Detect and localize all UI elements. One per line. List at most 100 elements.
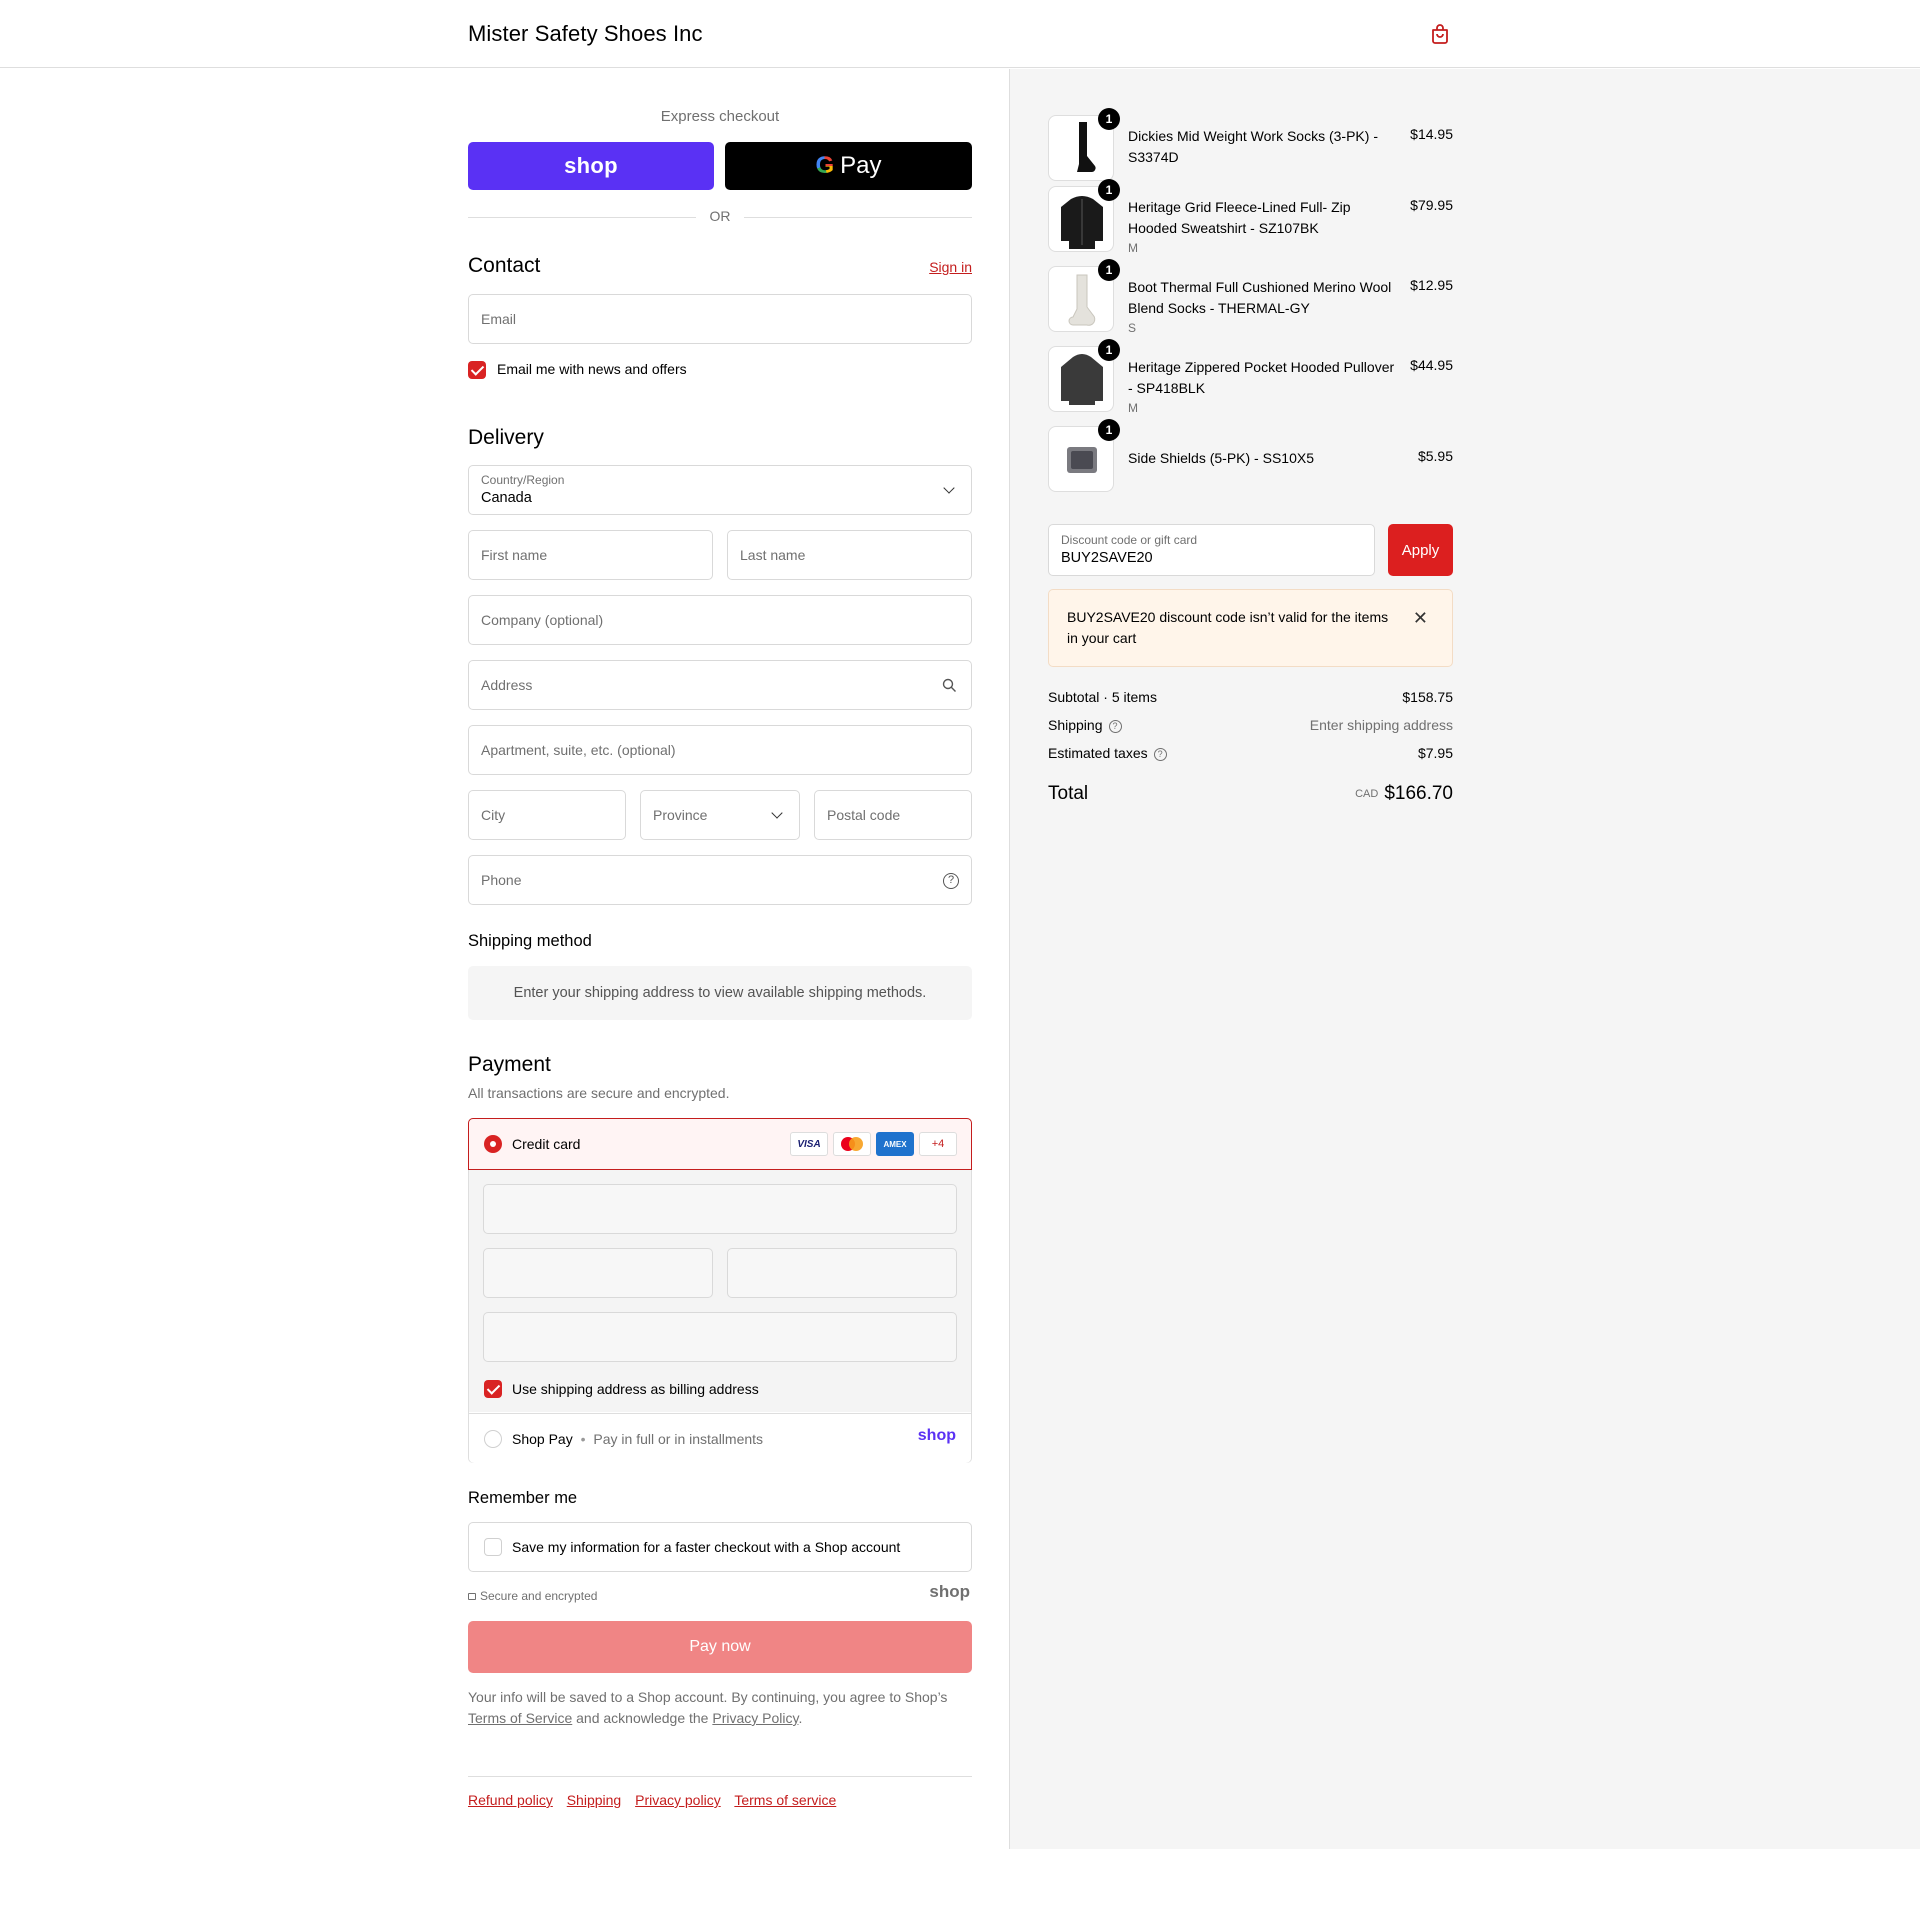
- news-checkbox[interactable]: [468, 361, 486, 379]
- discount-warning: BUY2SAVE20 discount code isn’t valid for…: [1048, 589, 1453, 667]
- chevron-down-icon: [771, 807, 783, 819]
- google-g-icon: G: [815, 152, 835, 179]
- apply-button[interactable]: Apply: [1388, 524, 1453, 576]
- shop-pay-express-button[interactable]: shop: [468, 142, 714, 190]
- quantity-badge: 1: [1098, 259, 1120, 281]
- legal-text-2: and acknowledge the: [576, 1710, 709, 1726]
- remember-me-box[interactable]: Save my information for a faster checkou…: [468, 1522, 972, 1572]
- cart-item: 1 Dickies Mid Weight Work Socks (3-PK) -…: [1048, 108, 1453, 181]
- shop-pay-name: Shop Pay: [512, 1431, 573, 1447]
- card-details-form: Use shipping address as billing address: [469, 1170, 971, 1412]
- footer-links: Refund policy Shipping Privacy policy Te…: [468, 1792, 836, 1808]
- subtotal-row: Subtotal · 5 items $158.75: [1048, 689, 1453, 709]
- or-label: OR: [709, 208, 731, 224]
- search-icon: [942, 678, 956, 692]
- first-name-field[interactable]: First name: [468, 530, 713, 580]
- pay-now-button[interactable]: Pay now: [468, 1621, 972, 1673]
- credit-card-option[interactable]: Credit card VISA AMEX +4: [468, 1118, 972, 1170]
- refund-policy-link[interactable]: Refund policy: [468, 1792, 553, 1808]
- discount-code-field[interactable]: Discount code or gift card BUY2SAVE20: [1048, 524, 1375, 576]
- credit-card-radio[interactable]: [484, 1135, 502, 1153]
- billing-address-checkbox[interactable]: [484, 1380, 502, 1398]
- product-name: Boot Thermal Full Cushioned Merino Wool …: [1128, 279, 1392, 316]
- quantity-badge: 1: [1098, 419, 1120, 441]
- total-label: Total: [1048, 783, 1089, 804]
- shipping-value: Enter shipping address: [1309, 717, 1453, 733]
- email-field[interactable]: Email: [468, 294, 972, 344]
- terms-link[interactable]: Terms of Service: [468, 1710, 572, 1726]
- shipping-method-title: Shipping method: [468, 932, 592, 950]
- security-code-field[interactable]: [727, 1248, 957, 1298]
- phone-field[interactable]: Phone ?: [468, 855, 972, 905]
- country-label: Country/Region: [481, 473, 565, 487]
- name-on-card-field[interactable]: [483, 1312, 957, 1362]
- taxes-row: Estimated taxes? $7.95: [1048, 745, 1453, 765]
- sign-in-link[interactable]: Sign in: [929, 259, 972, 275]
- secure-note: Secure and encrypted: [468, 1589, 597, 1603]
- payment-subtitle: All transactions are secure and encrypte…: [468, 1085, 730, 1101]
- help-icon[interactable]: ?: [1108, 720, 1122, 733]
- card-number-field[interactable]: [483, 1184, 957, 1234]
- shipping-label: Shipping: [1048, 717, 1103, 733]
- privacy-link[interactable]: Privacy Policy: [712, 1710, 798, 1726]
- product-name: Side Shields (5-PK) - SS10X5: [1128, 450, 1314, 466]
- contact-title: Contact: [468, 254, 541, 277]
- shop-pay-option[interactable]: Shop Pay • Pay in full or in installment…: [469, 1413, 971, 1463]
- mastercard-icon: [833, 1132, 871, 1156]
- company-placeholder: Company (optional): [481, 612, 604, 628]
- quantity-badge: 1: [1098, 339, 1120, 361]
- shop-pay-label: Shop Pay • Pay in full or in installment…: [512, 1431, 763, 1447]
- dot-separator: •: [580, 1431, 586, 1447]
- shop-pay-subtitle: Pay in full or in installments: [593, 1431, 764, 1447]
- amex-icon: AMEX: [876, 1132, 914, 1156]
- expiration-field[interactable]: [483, 1248, 713, 1298]
- help-icon[interactable]: ?: [943, 873, 959, 889]
- currency-code: CAD: [1355, 788, 1379, 800]
- phone-placeholder: Phone: [481, 872, 522, 888]
- product-name: Dickies Mid Weight Work Socks (3-PK) - S…: [1128, 128, 1378, 165]
- country-value: Canada: [481, 490, 532, 506]
- google-pay-button[interactable]: G Pay: [725, 142, 972, 190]
- city-field[interactable]: City: [468, 790, 626, 840]
- last-name-field[interactable]: Last name: [727, 530, 972, 580]
- order-summary-panel: [1009, 69, 1920, 1849]
- postal-code-field[interactable]: Postal code: [814, 790, 972, 840]
- shop-logo-gray: shop: [929, 1582, 970, 1601]
- store-name[interactable]: Mister Safety Shoes Inc: [468, 21, 703, 47]
- product-price: $12.95: [1410, 277, 1453, 293]
- product-price: $14.95: [1410, 126, 1453, 142]
- apartment-placeholder: Apartment, suite, etc. (optional): [481, 742, 676, 758]
- shipping-policy-link[interactable]: Shipping: [567, 1792, 622, 1808]
- quantity-badge: 1: [1098, 108, 1120, 130]
- payment-title: Payment: [468, 1053, 551, 1076]
- address-field[interactable]: Address: [468, 660, 972, 710]
- product-price: $44.95: [1410, 357, 1453, 373]
- help-icon[interactable]: ?: [1153, 748, 1167, 761]
- save-info-checkbox[interactable]: [484, 1538, 502, 1556]
- remember-me-title: Remember me: [468, 1489, 578, 1507]
- cart-item: 1 Heritage Grid Fleece-Lined Full- Zip H…: [1048, 179, 1453, 255]
- last-name-placeholder: Last name: [740, 547, 806, 563]
- product-name: Heritage Grid Fleece-Lined Full- Zip Hoo…: [1128, 199, 1351, 236]
- close-icon[interactable]: ✕: [1413, 608, 1428, 629]
- shop-logo: shop: [564, 153, 618, 178]
- subtotal-value: $158.75: [1402, 689, 1453, 705]
- shipping-method-notice: Enter your shipping address to view avai…: [468, 966, 972, 1020]
- province-placeholder: Province: [653, 807, 708, 823]
- warning-message: BUY2SAVE20 discount code isn’t valid for…: [1067, 609, 1389, 646]
- country-select[interactable]: Country/Region Canada: [468, 465, 972, 515]
- cart-item: 1 Heritage Zippered Pocket Hooded Pullov…: [1048, 339, 1453, 415]
- company-field[interactable]: Company (optional): [468, 595, 972, 645]
- terms-of-service-link[interactable]: Terms of service: [734, 1792, 836, 1808]
- legal-period: .: [798, 1710, 803, 1726]
- apartment-field[interactable]: Apartment, suite, etc. (optional): [468, 725, 972, 775]
- taxes-label: Estimated taxes: [1048, 745, 1148, 761]
- legal-text-1: Your info will be saved to a Shop accoun…: [468, 1689, 948, 1705]
- province-select[interactable]: Province: [640, 790, 800, 840]
- shopping-bag-icon[interactable]: [1429, 23, 1451, 45]
- delivery-title: Delivery: [468, 426, 544, 449]
- chevron-down-icon: [943, 482, 955, 494]
- city-placeholder: City: [481, 807, 506, 823]
- privacy-policy-link[interactable]: Privacy policy: [635, 1792, 721, 1808]
- shop-pay-radio[interactable]: [484, 1430, 502, 1448]
